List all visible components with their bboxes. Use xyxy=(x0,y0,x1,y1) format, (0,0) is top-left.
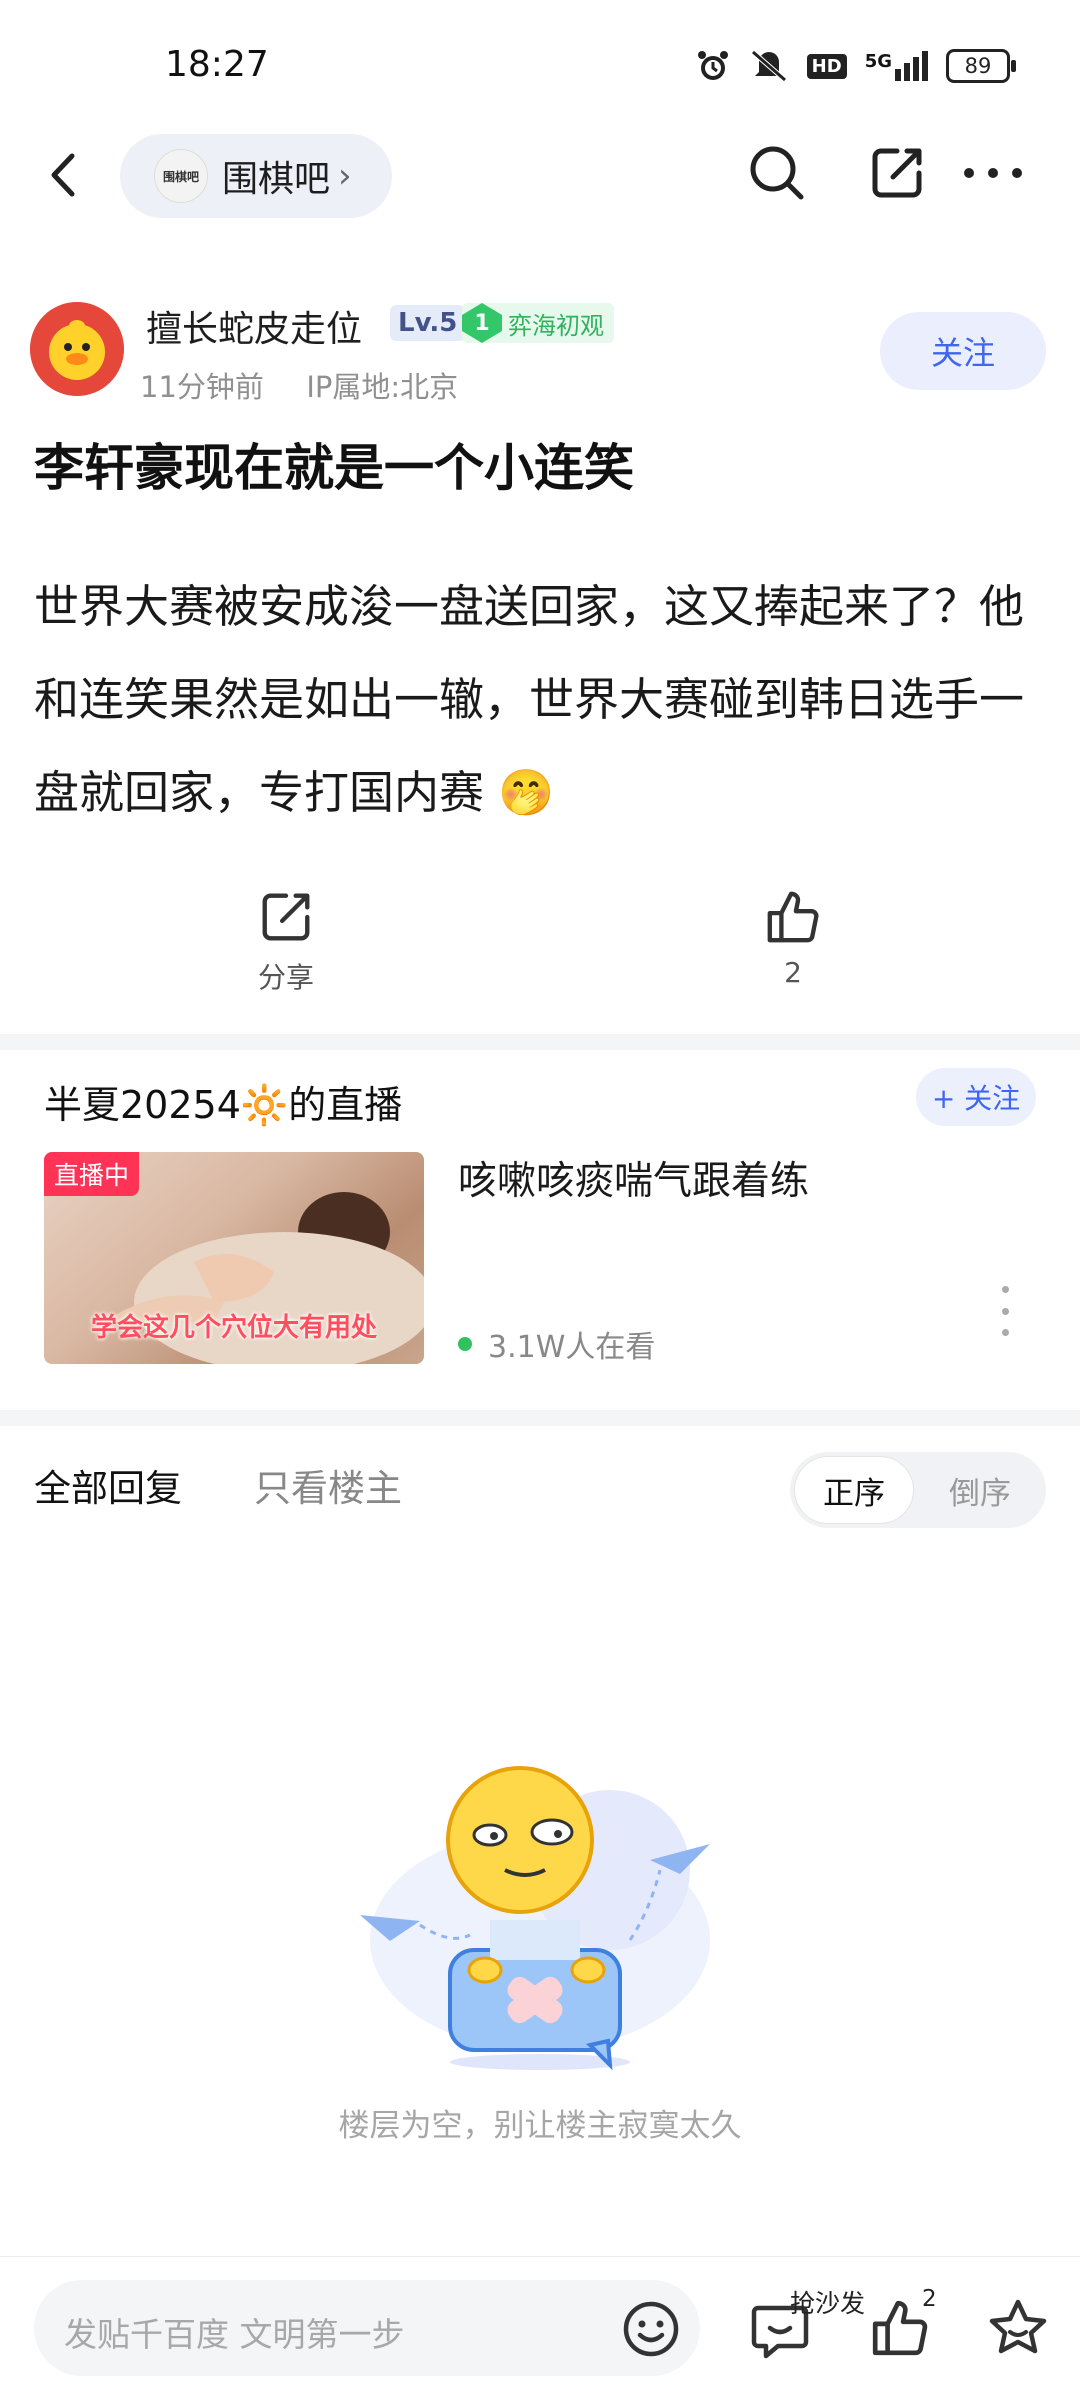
share-button[interactable]: 分享 xyxy=(206,888,366,996)
reply-input[interactable]: 发贴千百度 文明第一步 xyxy=(34,2280,700,2376)
section-divider xyxy=(0,1034,1080,1050)
sort-toggle: 正序 倒序 xyxy=(790,1452,1046,1528)
duck-avatar-icon xyxy=(30,302,124,396)
tab-op-only[interactable]: 只看楼主 xyxy=(254,1458,402,1512)
status-time: 18:27 xyxy=(165,44,269,85)
more-button[interactable] xyxy=(958,138,1028,208)
live-viewers: 3.1W人在看 xyxy=(458,1322,655,1366)
bottom-like-count: 2 xyxy=(922,2286,937,2312)
post-time: 11分钟前 xyxy=(140,370,264,404)
post-meta: 11分钟前 IP属地:北京 xyxy=(140,364,458,406)
forum-name: 围棋吧 xyxy=(222,159,331,200)
share-edit-icon xyxy=(872,148,922,198)
honor-badge: 1 弈海初观 xyxy=(462,303,614,343)
forum-logo: 围棋吧 xyxy=(154,149,208,203)
live-tag: 直播中 xyxy=(44,1152,140,1196)
mute-icon xyxy=(751,50,787,82)
author-name[interactable]: 擅长蛇皮走位 xyxy=(146,300,362,352)
chevron-right-icon: › xyxy=(338,156,352,196)
tab-all-replies[interactable]: 全部回复 xyxy=(34,1458,182,1512)
live-host[interactable]: 半夏20254🔆的直播 xyxy=(44,1074,402,1129)
hd-icon: HD xyxy=(806,53,847,79)
like-count: 2 xyxy=(784,956,802,989)
live-host-suffix: 的直播 xyxy=(288,1083,403,1127)
ip-location: IP属地:北京 xyxy=(306,370,459,404)
honor-title: 弈海初观 xyxy=(508,311,604,340)
search-button[interactable] xyxy=(742,138,812,208)
share-edit-button[interactable] xyxy=(862,138,932,208)
signal-icon: 5G xyxy=(865,51,928,81)
alarm-icon xyxy=(697,51,728,80)
thumbs-up-icon xyxy=(767,891,819,943)
emoji-icon xyxy=(623,2301,679,2357)
post-title: 李轩豪现在就是一个小连笑 xyxy=(34,439,634,497)
search-icon xyxy=(750,146,804,200)
share-icon xyxy=(262,893,310,941)
follow-button[interactable]: 关注 xyxy=(880,312,1046,390)
forum-logo-text: 围棋吧 xyxy=(162,169,199,184)
sort-desc-button[interactable]: 倒序 xyxy=(920,1456,1040,1524)
thumb-caption: 学会这几个穴位大有用处 xyxy=(90,1313,377,1343)
avatar[interactable] xyxy=(30,302,124,396)
live-dot-icon xyxy=(458,1337,472,1351)
viewer-count: 3.1W人在看 xyxy=(488,1330,656,1365)
battery-icon: 89 xyxy=(946,49,1016,83)
emoji-button[interactable] xyxy=(622,2300,680,2358)
sort-asc-button[interactable]: 正序 xyxy=(794,1456,914,1524)
like-button[interactable]: 2 xyxy=(713,888,873,989)
sun-icon: 🔆 xyxy=(240,1083,289,1127)
live-follow-button[interactable]: + 关注 xyxy=(916,1068,1036,1126)
gem-icon: 1 xyxy=(462,303,502,343)
post-body: 世界大赛被安成浚一盘送回家，这又捧起来了？他和连笑果然是如出一辙，世界大赛碰到韩… xyxy=(34,580,1025,819)
empty-illustration xyxy=(340,1740,740,2071)
live-title[interactable]: 咳嗽咳痰喘气跟着练 xyxy=(458,1150,809,1206)
battery-level: 89 xyxy=(964,54,992,78)
back-button[interactable] xyxy=(40,140,90,210)
favorite-button[interactable] xyxy=(982,2292,1054,2364)
reply-placeholder: 发贴千百度 文明第一步 xyxy=(64,2315,405,2354)
live-more-button[interactable] xyxy=(994,1286,1016,1336)
signal-label: 5G xyxy=(864,51,892,72)
back-icon xyxy=(51,153,75,197)
more-icon xyxy=(964,168,1022,178)
live-thumbnail[interactable]: 直播中 学会这几个穴位大有用处 xyxy=(44,1152,424,1364)
empty-state-text: 楼层为空，别让楼主寂寞太久 xyxy=(338,2108,742,2144)
status-icons: HD 5G 89 xyxy=(695,48,1016,84)
share-label: 分享 xyxy=(257,961,314,994)
section-divider xyxy=(0,1410,1080,1426)
level-badge: Lv.5 xyxy=(390,305,466,341)
sofa-label: 抢沙发 xyxy=(790,2289,866,2318)
star-icon xyxy=(989,2299,1047,2354)
forum-chip[interactable]: 围棋吧 围棋吧 › xyxy=(120,134,392,218)
live-host-name: 半夏20254 xyxy=(44,1083,241,1127)
